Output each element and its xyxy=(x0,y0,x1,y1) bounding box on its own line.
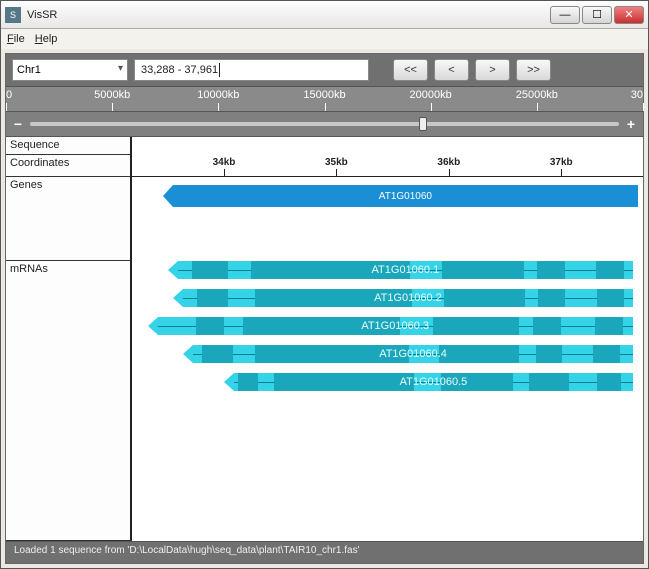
content-frame: Chr1 33,288 - 37,961 << < > >> 05000kb10… xyxy=(5,53,644,564)
app-icon: S xyxy=(5,7,21,23)
mrna-feature[interactable]: AT1G01060.5 xyxy=(234,373,633,391)
toolbar: Chr1 33,288 - 37,961 << < > >> xyxy=(6,54,643,86)
zoom-in-button[interactable]: + xyxy=(625,116,637,132)
menu-file[interactable]: File xyxy=(7,33,25,45)
track-label-sequence[interactable]: Sequence xyxy=(6,137,130,155)
nav-first-button[interactable]: << xyxy=(393,59,428,81)
maximize-button[interactable]: ☐ xyxy=(582,6,612,24)
nav-next-button[interactable]: > xyxy=(475,59,510,81)
main-view: Sequence Coordinates Genes mRNAs 34kb35k… xyxy=(6,136,643,541)
nav-last-button[interactable]: >> xyxy=(516,59,551,81)
titlebar[interactable]: S VisSR — ☐ ✕ xyxy=(1,1,648,29)
gene-feature[interactable]: AT1G01060 xyxy=(173,185,638,207)
close-button[interactable]: ✕ xyxy=(614,6,644,24)
minimize-button[interactable]: — xyxy=(550,6,580,24)
track-label-coordinates[interactable]: Coordinates xyxy=(6,155,130,177)
zoom-slider-bar: − + xyxy=(6,112,643,136)
chromosome-value: Chr1 xyxy=(17,64,41,76)
chromosome-select[interactable]: Chr1 xyxy=(12,59,128,81)
overview-ruler[interactable]: 05000kb10000kb15000kb20000kb25000kb30 xyxy=(6,86,643,112)
window-title: VisSR xyxy=(27,9,550,21)
genome-viewport[interactable]: 34kb35kb36kb37kb AT1G01060 AT1G01060.1 AT… xyxy=(132,137,643,541)
app-window: S VisSR — ☐ ✕ File Help Chr1 33,288 - 37… xyxy=(0,0,649,569)
range-value: 33,288 - 37,961 xyxy=(141,64,218,76)
menubar: File Help xyxy=(1,29,648,49)
mrna-feature[interactable]: AT1G01060.4 xyxy=(193,345,632,363)
mrna-feature[interactable]: AT1G01060.2 xyxy=(183,289,633,307)
track-label-mrnas[interactable]: mRNAs xyxy=(6,261,130,541)
status-bar: Loaded 1 sequence from 'D:\LocalData\hug… xyxy=(6,541,643,563)
zoom-slider-thumb[interactable] xyxy=(419,117,427,131)
range-input[interactable]: 33,288 - 37,961 xyxy=(134,59,369,81)
coordinate-ruler: 34kb35kb36kb37kb xyxy=(132,155,643,177)
zoom-slider-track[interactable] xyxy=(30,122,619,126)
mrna-feature[interactable]: AT1G01060.1 xyxy=(178,261,633,279)
menu-help[interactable]: Help xyxy=(35,33,58,45)
track-labels-column: Sequence Coordinates Genes mRNAs xyxy=(6,137,132,541)
nav-prev-button[interactable]: < xyxy=(434,59,469,81)
track-label-genes[interactable]: Genes xyxy=(6,177,130,261)
zoom-out-button[interactable]: − xyxy=(12,116,24,132)
mrna-feature[interactable]: AT1G01060.3 xyxy=(158,317,633,335)
